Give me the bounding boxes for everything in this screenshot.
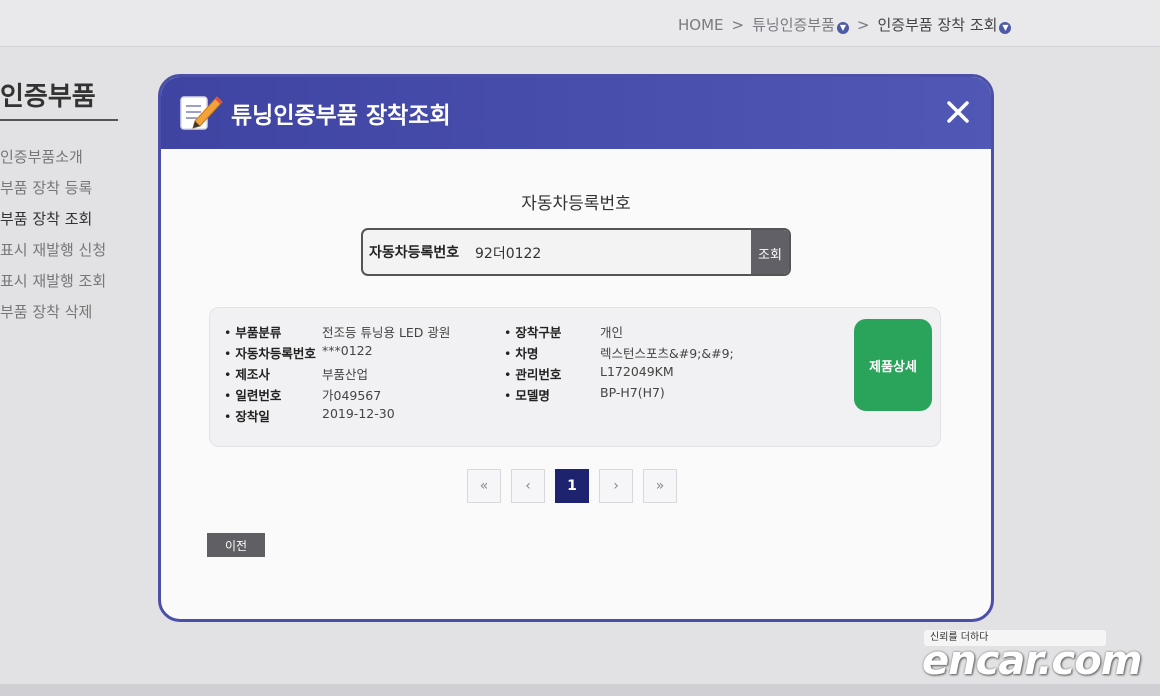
info-value: 2019-12-30 [322,406,395,421]
info-key: 부품분류 [224,322,281,341]
taskbar-strip [0,684,1160,696]
info-value: L172049KM [600,364,674,379]
breadcrumb-level1[interactable]: 튜닝인증부품 ▼ [752,14,849,35]
back-button[interactable]: 이전 [207,533,265,557]
search-box: 자동차등록번호 조회 [361,228,791,276]
product-detail-button[interactable]: 제품상세 [854,319,932,411]
close-icon[interactable] [945,99,971,125]
info-value: ***0122 [322,343,373,358]
sidebar-title: 인증부품 [0,76,118,121]
page-1-button[interactable]: 1 [555,469,589,503]
watermark-logo: encar.com [922,638,1142,684]
chevron-down-icon[interactable]: ▼ [836,22,849,34]
info-value: BP-H7(H7) [600,385,665,400]
first-page-button[interactable]: « [467,469,501,503]
info-key: 제조사 [224,364,270,383]
sidebar-item-intro[interactable]: 인증부품소개 [0,148,106,179]
sidebar-item-delete[interactable]: 부품 장착 삭제 [0,303,106,334]
info-key: 장착구분 [504,322,561,341]
sidebar-item-reissue-request[interactable]: 표시 재발행 신청 [0,241,106,272]
breadcrumb-level2[interactable]: 인증부품 장착 조회 ▼ [877,14,1012,35]
info-key: 관리번호 [504,364,561,383]
breadcrumb-level1-label: 튜닝인증부품 [752,16,835,34]
edit-icon [180,96,223,130]
info-value: 개인 [600,325,624,340]
info-key: 장착일 [224,406,270,425]
info-key: 차명 [504,343,538,362]
next-page-button[interactable]: › [599,469,633,503]
sidebar-item-reissue-lookup[interactable]: 표시 재발행 조회 [0,272,106,303]
sidebar-item-lookup[interactable]: 부품 장착 조회 [0,210,106,241]
breadcrumb-separator: > [731,15,745,34]
section-title: 자동차등록번호 [521,194,631,214]
breadcrumb-level2-label: 인증부품 장착 조회 [877,16,998,34]
breadcrumb-home[interactable]: HOME [678,16,724,34]
modal-title: 튜닝인증부품 장착조회 [231,103,451,129]
pagination: « ‹ 1 › » [467,469,677,503]
result-card: 부품분류 전조등 튜닝용 LED 광원 자동차등록번호 ***0122 제조사 부품산… [209,307,941,447]
sidebar-item-register[interactable]: 부품 장착 등록 [0,179,106,210]
info-value: 렉스턴스포츠&#9;&#9; [600,346,734,361]
info-value: 가049567 [322,388,382,403]
info-value: 전조등 튜닝용 LED 광원 [322,325,451,340]
info-value: 부품산업 [322,367,369,382]
last-page-button[interactable]: » [643,469,677,503]
chevron-down-icon[interactable]: ▼ [999,22,1012,34]
search-button[interactable]: 조회 [751,230,789,274]
info-key: 모델명 [504,385,550,404]
breadcrumb: HOME > 튜닝인증부품 ▼ > 인증부품 장착 조회 ▼ [678,14,1012,35]
search-label: 자동차등록번호 [369,245,460,261]
info-key: 자동차등록번호 [224,343,316,362]
prev-page-button[interactable]: ‹ [511,469,545,503]
modal-header: 튜닝인증부품 장착조회 [161,77,991,149]
breadcrumb-separator: > [856,15,870,34]
info-key: 일련번호 [224,385,281,404]
registration-number-input[interactable] [473,238,747,268]
sidebar-menu: 인증부품소개 부품 장착 등록 부품 장착 조회 표시 재발행 신청 표시 재발… [0,148,106,334]
lookup-modal: 튜닝인증부품 장착조회 자동차등록번호 자동차등록번호 조회 부품분류 전조등 튜… [158,74,994,622]
